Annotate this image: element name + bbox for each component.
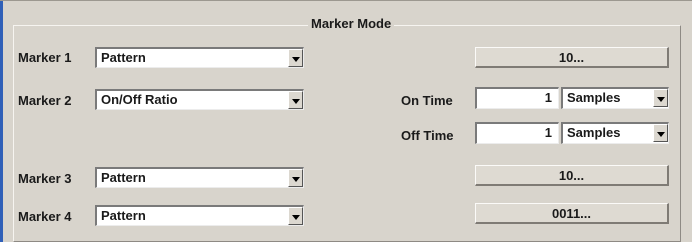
marker-3-pattern-button[interactable]: 10... <box>475 165 669 186</box>
marker-1-mode-select[interactable]: Pattern <box>95 47 304 68</box>
marker-4-label: Marker 4 <box>18 209 72 224</box>
chevron-down-icon[interactable] <box>288 49 303 67</box>
on-time-input[interactable]: 1 <box>475 87 559 109</box>
marker-4-mode-value: Pattern <box>101 208 146 223</box>
group-title: Marker Mode <box>308 16 395 31</box>
on-time-unit-select[interactable]: Samples <box>561 87 669 109</box>
marker-3-label: Marker 3 <box>18 171 72 186</box>
marker-2-mode-value: On/Off Ratio <box>101 92 178 107</box>
off-time-unit-select[interactable]: Samples <box>561 122 669 144</box>
left-accent-bar <box>0 0 3 242</box>
marker-3-mode-value: Pattern <box>101 170 146 185</box>
chevron-down-icon[interactable] <box>653 89 668 107</box>
on-time-unit-value: Samples <box>567 90 621 105</box>
marker-1-label: Marker 1 <box>18 50 72 65</box>
marker-3-mode-select[interactable]: Pattern <box>95 167 304 188</box>
marker-2-mode-select[interactable]: On/Off Ratio <box>95 89 304 110</box>
chevron-down-icon[interactable] <box>288 91 303 109</box>
marker-1-pattern-button[interactable]: 10... <box>475 47 669 68</box>
marker-2-label: Marker 2 <box>18 93 72 108</box>
on-time-label: On Time <box>401 93 453 108</box>
marker-4-mode-select[interactable]: Pattern <box>95 205 304 226</box>
chevron-down-icon[interactable] <box>288 169 303 187</box>
top-divider <box>0 0 692 1</box>
off-time-input[interactable]: 1 <box>475 122 559 144</box>
marker-4-pattern-button[interactable]: 0011... <box>475 203 669 224</box>
chevron-down-icon[interactable] <box>653 124 668 142</box>
chevron-down-icon[interactable] <box>288 207 303 225</box>
off-time-label: Off Time <box>401 128 454 143</box>
marker-1-mode-value: Pattern <box>101 50 146 65</box>
off-time-unit-value: Samples <box>567 125 621 140</box>
